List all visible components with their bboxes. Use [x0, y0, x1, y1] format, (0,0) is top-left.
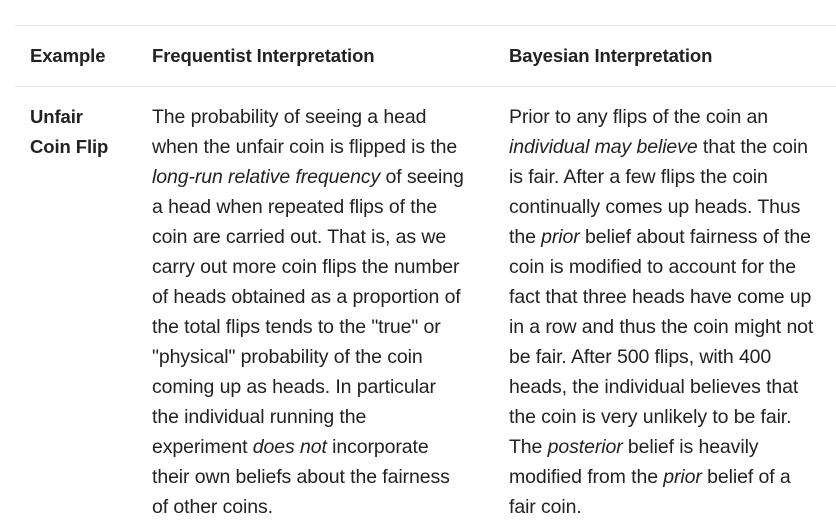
text-run: carry out more coin flips the number [152, 256, 460, 278]
frequentist-line: of heads obtained as a proportion of [152, 282, 482, 312]
text-run: that the coin [697, 136, 808, 158]
bayesian-line: the prior belief about fairness of the [509, 222, 836, 252]
header-frequentist: Frequentist Interpretation [152, 45, 375, 66]
text-run: fact that three heads have come up [509, 286, 812, 308]
text-run: heads, the individual believes that [509, 376, 799, 398]
emphasis-text: long-run relative frequency [152, 166, 381, 188]
emphasis-text: does not [252, 436, 327, 458]
frequentist-line: the individual running the [152, 402, 482, 432]
text-run: incorporate [326, 436, 429, 458]
bayesian-line: in a row and thus the coin might not [509, 312, 836, 342]
text-run: coin are carried out. That is, as we [152, 226, 447, 248]
frequentist-line: The probability of seeing a head [152, 102, 482, 132]
bayesian-line: fact that three heads have come up [509, 282, 836, 312]
bayesian-line: the coin is very unlikely to be fair. [509, 402, 836, 432]
text-run: the [509, 226, 542, 248]
text-run: their own beliefs about the fairness [152, 466, 450, 488]
text-run: of heads obtained as a proportion of [152, 286, 461, 308]
emphasis-text: prior [541, 226, 580, 248]
text-run: when the unfair coin is flipped is the [152, 136, 458, 158]
emphasis-text: prior [663, 466, 702, 488]
bayesian-line: fair coin. [509, 492, 836, 522]
table-top-border [15, 25, 836, 26]
text-run: belief is heavily [622, 436, 759, 458]
bayesian-line: is fair. After a few flips the coin [509, 162, 836, 192]
text-run: Prior to any flips of the coin an [509, 106, 769, 128]
frequentist-line: a head when repeated flips of the [152, 192, 482, 222]
header-example: Example [30, 45, 106, 66]
frequentist-text: The probability of seeing a head when the… [152, 102, 482, 522]
frequentist-line: long-run relative frequency of seeing [152, 162, 482, 192]
bayesian-line: coin is modified to account for the [509, 252, 836, 282]
bayesian-line: Prior to any flips of the coin an [509, 102, 836, 132]
row-label: Unfair Coin Flip [30, 102, 140, 162]
text-run: belief of a [701, 466, 791, 488]
bayesian-line: individual may believe that the coin [509, 132, 836, 162]
text-run: coin is modified to account for the [509, 256, 796, 278]
text-run: continually comes up heads. Thus [509, 196, 801, 218]
text-run: a head when repeated flips of the [152, 196, 438, 218]
frequentist-line: "physical" probability of the coin [152, 342, 482, 372]
row-label-line: Unfair [30, 106, 83, 127]
comparison-table: Example Frequentist Interpretation Bayes… [0, 0, 836, 530]
bayesian-text: Prior to any flips of the coin an individ… [509, 102, 836, 522]
text-run: of other coins. [152, 496, 273, 518]
emphasis-text: posterior [547, 436, 623, 458]
bayesian-line: be fair. After 500 flips, with 400 [509, 342, 836, 372]
bayesian-line: modified from the prior belief of a [509, 462, 836, 492]
frequentist-line: the total flips tends to the "true" or [152, 312, 482, 342]
text-run: modified from the [509, 466, 664, 488]
frequentist-line: their own beliefs about the fairness [152, 462, 482, 492]
header-divider [15, 86, 836, 87]
text-run: fair coin. [509, 496, 582, 518]
frequentist-line: coming up as heads. In particular [152, 372, 482, 402]
header-bayesian: Bayesian Interpretation [509, 45, 713, 66]
bayesian-line: The posterior belief is heavily [509, 432, 836, 462]
row-label-line: Coin Flip [30, 136, 109, 157]
text-run: the individual running the [152, 406, 367, 428]
frequentist-line: experiment does not incorporate [152, 432, 482, 462]
text-run: The [509, 436, 548, 458]
text-run: The probability of seeing a head [152, 106, 427, 128]
text-run: "physical" probability of the coin [152, 346, 423, 368]
bayesian-line: continually comes up heads. Thus [509, 192, 836, 222]
text-run: coming up as heads. In particular [152, 376, 436, 398]
frequentist-line: coin are carried out. That is, as we [152, 222, 482, 252]
frequentist-line: of other coins. [152, 492, 482, 522]
text-run: belief about fairness of the [579, 226, 811, 248]
emphasis-text: individual may believe [509, 136, 698, 158]
frequentist-line: carry out more coin flips the number [152, 252, 482, 282]
text-run: in a row and thus the coin might not [509, 316, 814, 338]
bayesian-line: heads, the individual believes that [509, 372, 836, 402]
text-run: be fair. After 500 flips, with 400 [509, 346, 772, 368]
text-run: experiment [152, 436, 253, 458]
text-run: of seeing [380, 166, 464, 188]
text-run: the coin is very unlikely to be fair. [509, 406, 792, 428]
frequentist-line: when the unfair coin is flipped is the [152, 132, 482, 162]
text-run: the total flips tends to the "true" or [152, 316, 441, 338]
text-run: is fair. After a few flips the coin [509, 166, 768, 188]
